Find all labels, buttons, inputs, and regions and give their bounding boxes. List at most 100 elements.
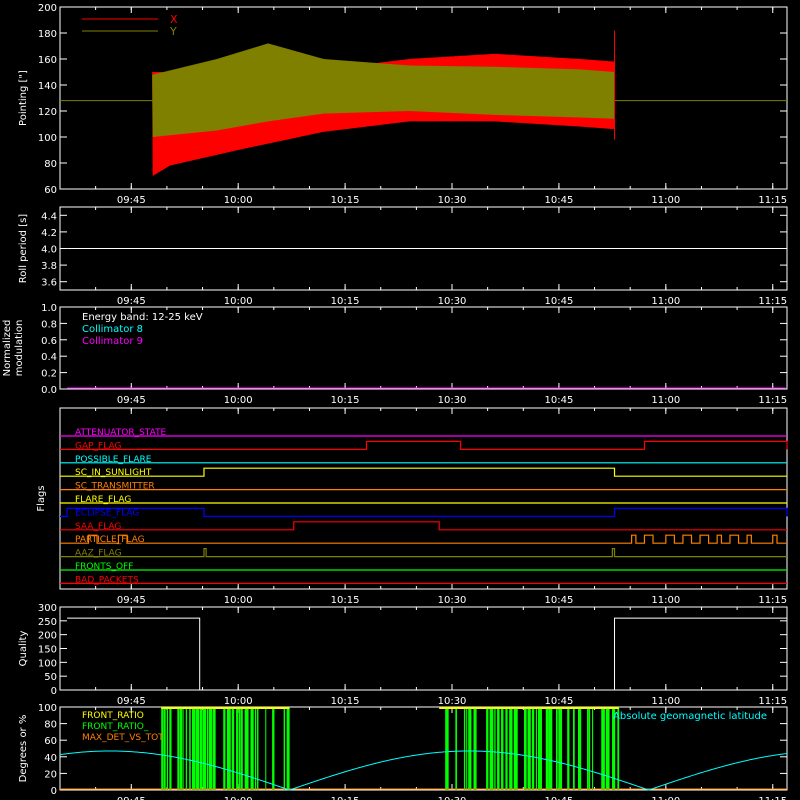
- y-tick-label: 1.0: [41, 303, 57, 314]
- x-tick-label: 10:45: [545, 395, 574, 406]
- x-tick-label: 10:00: [224, 696, 253, 707]
- y-tick-label: 100: [38, 658, 57, 669]
- front-ratio-bar: [494, 707, 496, 790]
- x-tick-label: 11:00: [651, 195, 680, 206]
- front-ratio-bar: [191, 707, 195, 790]
- x-tick-label: 10:45: [545, 195, 574, 206]
- front-ratio-bar: [489, 707, 494, 790]
- flag-label: ECLIPSE_FLAG: [75, 508, 139, 518]
- front-ratio-bar: [265, 707, 267, 790]
- front-ratio-bar: [166, 707, 169, 790]
- front-ratio-bar: [455, 707, 458, 790]
- y-tick-label: 60: [44, 736, 57, 747]
- front-ratio-top: [161, 707, 290, 709]
- front-ratio-bar: [531, 707, 535, 790]
- modulation-annotation: Collimator 9: [82, 336, 143, 347]
- x-tick-label: 11:15: [758, 796, 787, 800]
- x-tick-label: 10:45: [545, 696, 574, 707]
- y-tick-label: 50: [44, 672, 57, 683]
- front-ratio-bar: [283, 707, 286, 790]
- front-ratio-bar: [588, 707, 591, 790]
- front-ratio-bar: [513, 707, 518, 790]
- front-ratio-bar: [486, 707, 489, 790]
- y-tick-label: 4.4: [41, 211, 57, 222]
- front-ratio-bar: [573, 707, 575, 790]
- y-axis-label: Degrees or %: [18, 715, 29, 783]
- front-ratio-bar: [169, 707, 172, 790]
- front-ratio-bar: [445, 707, 449, 790]
- legend-label-y: Y: [169, 25, 177, 38]
- x-tick-label: 10:45: [545, 796, 574, 800]
- modulation-annotation: Energy band: 12-25 keV: [82, 312, 203, 323]
- front-ratio-bar: [463, 707, 466, 790]
- front-ratio-bar: [535, 707, 537, 790]
- front-ratio-bar: [206, 707, 209, 790]
- front-ratio-bar: [254, 707, 257, 790]
- y-tick-label: 4.0: [41, 245, 57, 256]
- x-tick-label: 09:45: [117, 296, 146, 307]
- y-axis-label: Roll period [s]: [18, 214, 29, 283]
- x-tick-label: 09:45: [117, 395, 146, 406]
- y-tick-label: 3.6: [41, 278, 57, 289]
- front-ratio-bar: [182, 707, 184, 790]
- y-tick-label: 80: [44, 720, 57, 731]
- x-tick-label: 10:15: [331, 296, 360, 307]
- front-ratio-bar: [578, 707, 582, 790]
- x-tick-label: 10:00: [224, 296, 253, 307]
- x-tick-label: 10:15: [331, 796, 360, 800]
- x-tick-label: 11:00: [651, 296, 680, 307]
- x-tick-label: 10:00: [224, 395, 253, 406]
- x-tick-label: 10:30: [438, 696, 467, 707]
- front-ratio-bar: [202, 707, 207, 790]
- ratios-legend-label: FRONT_RATIO_: [82, 722, 149, 732]
- figure-canvas: 09:45 10:00 10:15 10:30 10:45 11:00 11:15 60 80 1…: [0, 0, 800, 800]
- y-tick-label: 80: [44, 159, 57, 170]
- y-tick-label: 250: [38, 617, 57, 628]
- x-tick-label: 10:30: [438, 296, 467, 307]
- y-tick-label: 140: [38, 81, 57, 92]
- y-tick-label: 0.0: [41, 385, 57, 396]
- x-tick-label: 10:30: [438, 796, 467, 800]
- front-ratio-bar: [587, 707, 589, 790]
- ratios-legend-label: MAX_DET_VS_TOT: [82, 733, 164, 743]
- x-tick-label: 11:15: [758, 195, 787, 206]
- y-tick-label: 0: [51, 786, 57, 797]
- front-ratio-bar: [468, 707, 472, 790]
- front-ratio-bar: [501, 707, 504, 790]
- front-ratio-bar: [592, 707, 594, 790]
- front-ratio-bar: [286, 707, 290, 790]
- x-tick-label: 09:45: [117, 195, 146, 206]
- front-ratio-bar: [605, 707, 610, 790]
- x-tick-label: 11:15: [758, 595, 787, 606]
- x-tick-label: 11:15: [758, 696, 787, 707]
- x-tick-label: 10:00: [224, 195, 253, 206]
- front-ratio-bar: [226, 707, 231, 790]
- y-tick-label: 0.8: [41, 319, 57, 330]
- front-ratio-bar: [567, 707, 570, 790]
- front-ratio-top: [439, 707, 619, 709]
- front-ratio-bar: [179, 707, 183, 790]
- y-tick-label: 300: [38, 603, 57, 614]
- front-ratio-bar: [199, 707, 203, 790]
- y-axis-label: modulation: [14, 320, 25, 377]
- front-ratio-bar: [497, 707, 500, 790]
- front-ratio-bar: [505, 707, 508, 790]
- front-ratio-bar: [473, 707, 477, 790]
- x-tick-label: 11:15: [758, 395, 787, 406]
- front-ratio-bar: [189, 707, 191, 790]
- y-axis-label: Pointing ["]: [18, 70, 29, 126]
- front-ratio-bar: [185, 707, 188, 790]
- front-ratio-bar: [272, 707, 275, 790]
- x-tick-label: 11:00: [651, 696, 680, 707]
- front-ratio-bar: [601, 707, 605, 790]
- y-tick-label: 0.6: [41, 336, 57, 347]
- front-ratio-bar: [537, 707, 542, 790]
- front-ratio-bar: [240, 707, 243, 790]
- geomagnetic-annotation: Absolute geomagnetic latitude: [613, 711, 767, 722]
- front-ratio-bar: [509, 707, 513, 790]
- front-ratio-bar: [527, 707, 531, 790]
- x-tick-label: 10:15: [331, 395, 360, 406]
- y-tick-label: 160: [38, 55, 57, 66]
- y-tick-label: 0.2: [41, 369, 57, 380]
- front-ratio-bar: [212, 707, 216, 790]
